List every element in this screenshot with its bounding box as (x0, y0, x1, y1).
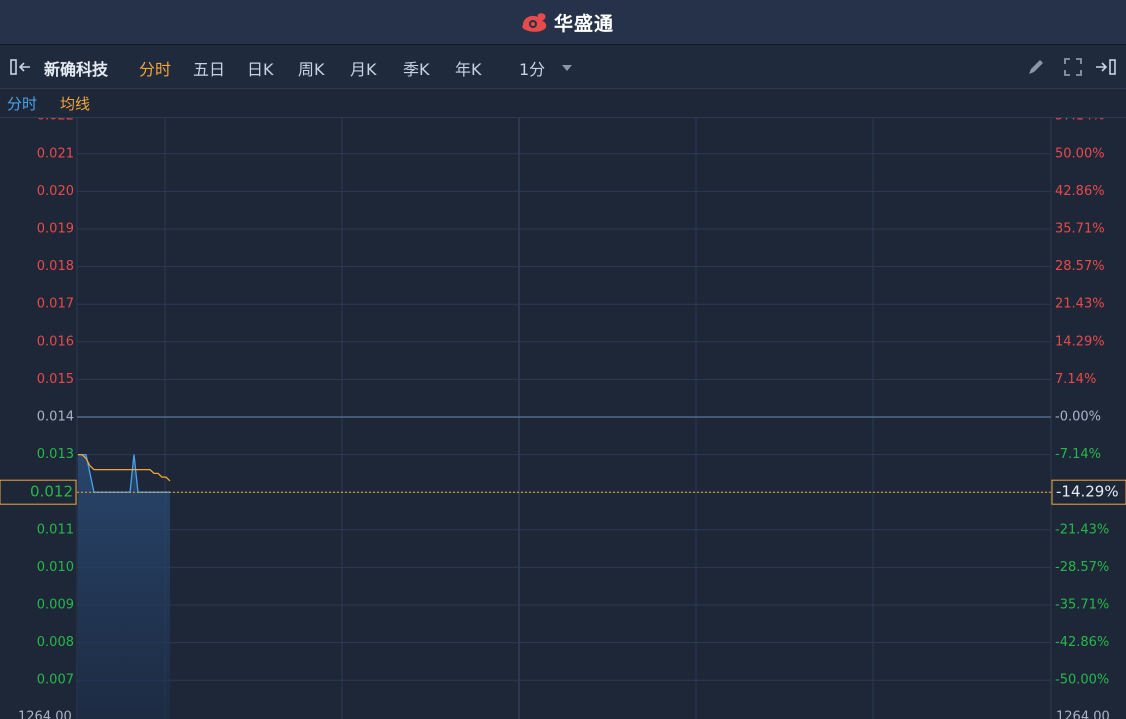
tab-five-day[interactable]: 五日 (193, 56, 225, 80)
tab-year-k[interactable]: 年K (455, 56, 482, 80)
pct-tick-label: -7.14% (1055, 447, 1101, 462)
pct-tick-label: 7.14% (1055, 372, 1096, 387)
y-tick-label: 0.011 (37, 522, 74, 537)
tab-month-k[interactable]: 月K (350, 56, 377, 80)
pct-tick-label: 57.14% (1055, 118, 1105, 124)
y-tick-label: 0.015 (37, 372, 74, 387)
stock-name[interactable]: 新确科技 (44, 56, 108, 80)
pct-tick-label: -21.43% (1055, 522, 1109, 537)
tab-fenshi[interactable]: 分时 (139, 56, 171, 80)
y-tick-label: 0.022 (37, 118, 74, 124)
y-tick-label: 0.021 (37, 146, 74, 161)
tab-quarter-k[interactable]: 季K (403, 56, 430, 80)
intraday-chart[interactable]: 0.022 57.14% 0.021 50.00% 0.020 42.86% 0.019 35… (0, 118, 1126, 719)
pct-tick-label: 14.29% (1055, 334, 1105, 349)
y-tick-label: 0.013 (37, 447, 74, 462)
current-price-label: 0.012 (30, 483, 73, 501)
pct-tick-label: 28.57% (1055, 259, 1105, 274)
collapse-left-icon[interactable] (10, 58, 34, 76)
y-tick-label: 0.010 (37, 560, 74, 575)
y-tick-label: 0.008 (37, 635, 74, 650)
y-tick-label: 0.020 (37, 184, 74, 199)
avg-line (78, 453, 171, 482)
y-tick-label: 0.007 (37, 673, 74, 688)
pct-tick-label: -50.00% (1055, 673, 1109, 688)
pct-tick-label: 35.71% (1055, 222, 1105, 237)
y-tick-label: 0.014 (37, 410, 74, 425)
brand: 华盛通 (520, 9, 614, 35)
fullscreen-icon[interactable] (1063, 57, 1083, 77)
interval-select[interactable]: 1分 (519, 56, 545, 80)
pct-tick-label: -0.00% (1055, 410, 1101, 425)
legend-avg: 均线 (60, 95, 91, 113)
tab-week-k[interactable]: 周K (298, 56, 325, 80)
y-tick-label: 0.009 (37, 598, 74, 613)
y-tick-label: 0.018 (37, 259, 74, 274)
y-tick-label: 0.016 (37, 334, 74, 349)
legend-price: 分时 (7, 95, 38, 113)
volume-scale-left: 1264.00 (18, 710, 72, 719)
legend-bar: 分时 均线 (0, 89, 1126, 118)
tab-day-k[interactable]: 日K (247, 56, 274, 80)
pct-tick-label: -42.86% (1055, 635, 1109, 650)
volume-scale-right: 1264.00 (1056, 710, 1110, 719)
pct-tick-label: -35.71% (1055, 598, 1109, 613)
brand-name: 华盛通 (554, 12, 615, 35)
current-pct-label: -14.29% (1056, 483, 1119, 501)
pct-tick-label: 42.86% (1055, 184, 1105, 199)
pencil-icon[interactable] (1026, 57, 1046, 77)
toolbar: 新确科技 分时 五日 日K 周K 月K 季K 年K 1分 (0, 45, 1126, 89)
pct-tick-label: 21.43% (1055, 297, 1105, 312)
y-tick-label: 0.017 (37, 297, 74, 312)
brand-logo-icon (522, 13, 547, 32)
chevron-down-icon[interactable] (561, 64, 573, 72)
pct-tick-label: 50.00% (1055, 146, 1105, 161)
title-bar: 华盛通 (0, 0, 1126, 45)
y-tick-label: 0.019 (37, 222, 74, 237)
pct-tick-label: -28.57% (1055, 560, 1109, 575)
price-area (78, 454, 170, 719)
collapse-right-icon[interactable] (1094, 58, 1118, 76)
